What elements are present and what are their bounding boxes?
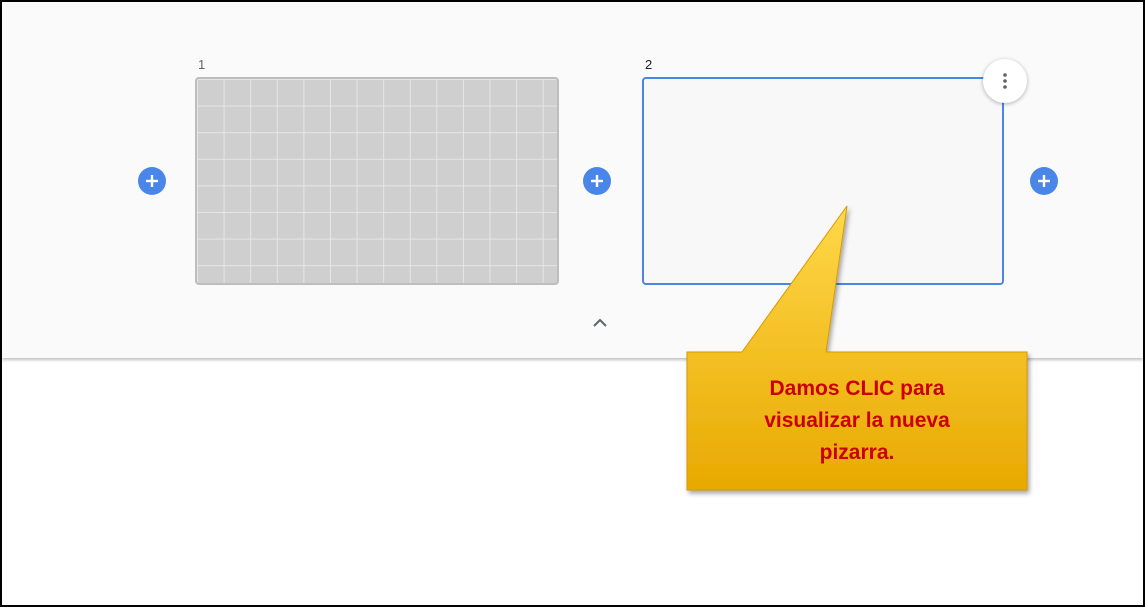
- callout-shape: [686, 205, 1028, 491]
- callout-text: Damos CLIC para visualizar la nueva piza…: [764, 377, 950, 464]
